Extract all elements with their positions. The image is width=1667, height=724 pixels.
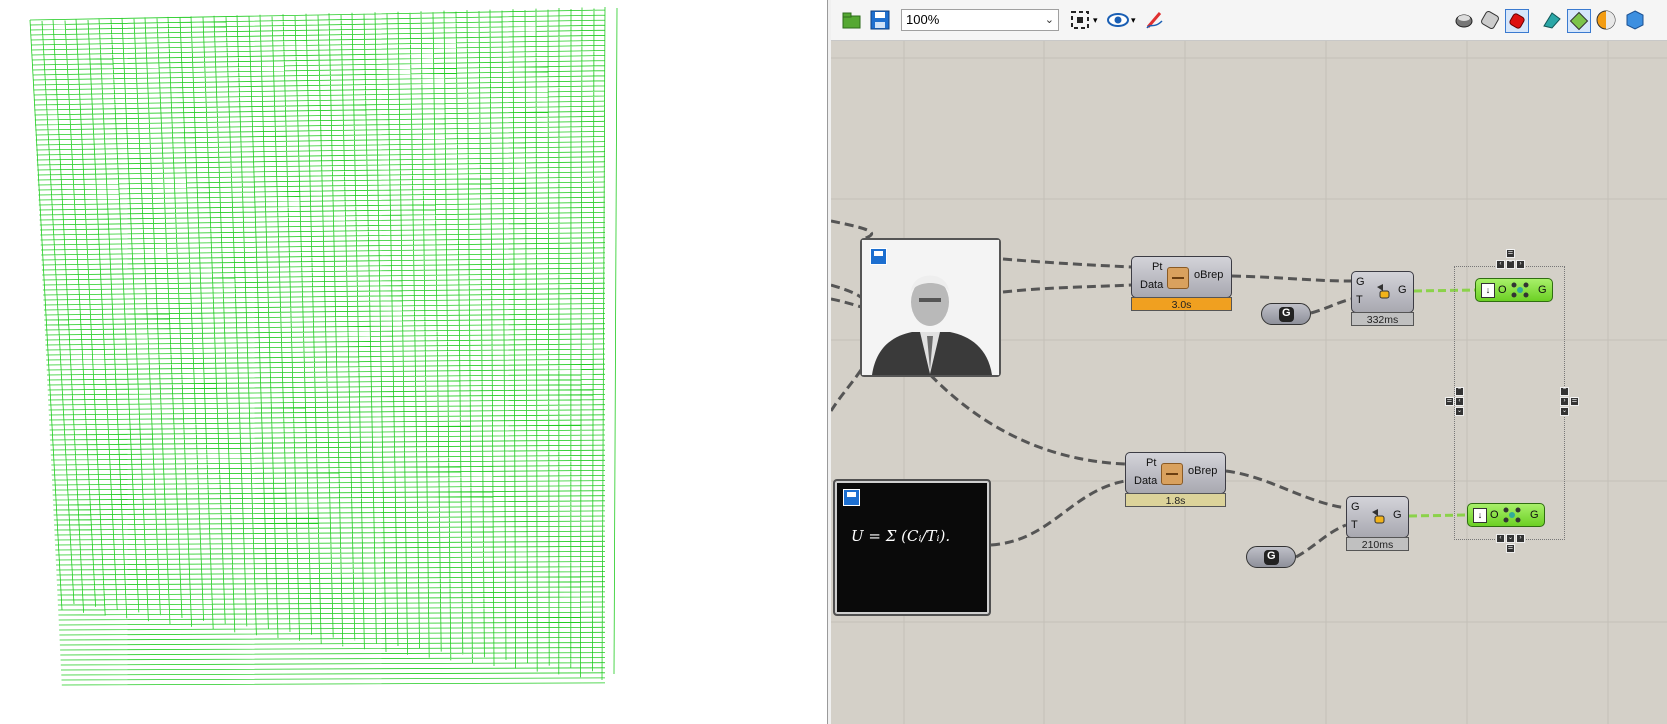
data-wire bbox=[1231, 274, 1352, 283]
output-g-label: G bbox=[1393, 509, 1402, 521]
group-handle-left[interactable]: ‹ bbox=[1496, 534, 1505, 543]
data-wire bbox=[831, 283, 865, 301]
data-wire bbox=[990, 479, 1126, 547]
mesh-lines bbox=[29, 6, 618, 686]
group-handle-top[interactable]: ☰ bbox=[1506, 249, 1515, 258]
package-icon bbox=[1167, 267, 1189, 289]
sphere-icon[interactable] bbox=[1624, 9, 1646, 31]
package-icon bbox=[1161, 463, 1183, 485]
transform-component-bottom[interactable]: G T G bbox=[1346, 496, 1409, 538]
output-obrep-label: oBrep bbox=[1194, 269, 1224, 281]
save-disk-icon[interactable] bbox=[843, 489, 860, 506]
group-handle-right[interactable]: ☰ bbox=[1570, 397, 1579, 406]
mesh-preview-icon[interactable] bbox=[1567, 9, 1591, 33]
geometry-param-pill-bottom[interactable] bbox=[1246, 546, 1296, 568]
group-handle-up[interactable]: ⌃ bbox=[1506, 260, 1515, 269]
arrow-down-icon: ↓ bbox=[1473, 508, 1487, 523]
group-handle-left[interactable]: ☰ bbox=[1445, 397, 1454, 406]
group-handle-right[interactable]: › bbox=[1516, 534, 1525, 543]
network-icon bbox=[1502, 506, 1522, 524]
geometry-param-pill-top[interactable] bbox=[1261, 303, 1311, 325]
geometry-hex-icon bbox=[1264, 550, 1279, 565]
data-wire bbox=[919, 363, 1126, 466]
preview-off-icon[interactable] bbox=[1453, 9, 1475, 31]
input-t-label: T bbox=[1356, 294, 1363, 306]
output-g-label: G bbox=[1538, 284, 1547, 296]
timer-bar: 3.0s bbox=[1131, 297, 1232, 311]
input-g-label: G bbox=[1356, 276, 1365, 288]
input-pt-label: Pt bbox=[1152, 261, 1163, 273]
input-data-label: Data bbox=[1140, 279, 1164, 291]
grasshopper-canvas[interactable]: U = Σ (Cᵢ/Tᵢ). Pt Data oBrep 3.0s Pt Dat… bbox=[831, 41, 1667, 724]
dropdown-arrow-icon[interactable]: ▾ bbox=[1131, 9, 1141, 31]
grasshopper-editor: 100% ⌄ ▾ ▾ U = Σ (Cᵢ/Tᵢ). Pt Data oBrep … bbox=[831, 0, 1667, 724]
input-g-label: G bbox=[1351, 501, 1360, 513]
transform-icon bbox=[1374, 282, 1392, 300]
data-wire bbox=[831, 219, 874, 241]
input-data-label: Data bbox=[1134, 475, 1158, 487]
brep-component-top[interactable]: Pt Data oBrep bbox=[1131, 256, 1232, 298]
canvas-toolbar: 100% ⌄ ▾ ▾ bbox=[831, 0, 1667, 41]
group-handle-mid[interactable]: › bbox=[1560, 397, 1569, 406]
output-g-label: G bbox=[1530, 509, 1539, 521]
output-obrep-label: oBrep bbox=[1188, 465, 1218, 477]
transform-icon bbox=[1369, 507, 1387, 525]
rhino-viewport[interactable] bbox=[0, 0, 780, 724]
group-handle-up[interactable]: ⌃ bbox=[1560, 387, 1569, 396]
chevron-down-icon: ⌄ bbox=[1044, 14, 1054, 26]
zoom-value: 100% bbox=[906, 12, 940, 27]
group-handle-bottom[interactable]: ☰ bbox=[1506, 544, 1515, 553]
data-wire bbox=[831, 366, 865, 412]
green-component-top[interactable]: ↓ O G bbox=[1475, 278, 1553, 302]
input-t-label: T bbox=[1351, 519, 1358, 531]
document-preview-icon[interactable] bbox=[1595, 9, 1617, 31]
open-file-icon[interactable] bbox=[841, 9, 863, 31]
image-panel-formula[interactable]: U = Σ (Cᵢ/Tᵢ). bbox=[833, 479, 991, 616]
input-o-label: O bbox=[1498, 284, 1507, 296]
timer-bar: 210ms bbox=[1346, 537, 1409, 551]
group-handle-mid[interactable]: ‹ bbox=[1455, 397, 1464, 406]
data-wire bbox=[1002, 283, 1132, 294]
green-mesh-geometry bbox=[29, 6, 618, 686]
data-wire bbox=[1225, 469, 1347, 510]
network-icon bbox=[1510, 281, 1530, 299]
zoom-select[interactable]: 100% ⌄ bbox=[901, 9, 1059, 31]
transform-component-top[interactable]: G T G bbox=[1351, 271, 1414, 313]
output-g-label: G bbox=[1398, 284, 1407, 296]
preview-shaded-icon[interactable] bbox=[1505, 9, 1529, 33]
preview-eye-icon[interactable] bbox=[1107, 9, 1129, 31]
data-wire bbox=[831, 297, 864, 309]
group-handle-up[interactable]: ⌃ bbox=[1455, 387, 1464, 396]
data-wire bbox=[1310, 297, 1352, 315]
timer-bar: 1.8s bbox=[1125, 493, 1226, 507]
save-disk-icon[interactable] bbox=[870, 248, 887, 265]
geometry-hex-icon bbox=[1279, 307, 1294, 322]
brep-component-bottom[interactable]: Pt Data oBrep bbox=[1125, 452, 1226, 494]
green-component-bottom[interactable]: ↓ O G bbox=[1467, 503, 1545, 527]
group-handle-left[interactable]: ‹ bbox=[1496, 260, 1505, 269]
zoom-extents-icon[interactable] bbox=[1069, 9, 1091, 31]
group-outline[interactable] bbox=[1454, 266, 1565, 540]
save-file-icon[interactable] bbox=[869, 9, 891, 31]
input-o-label: O bbox=[1490, 509, 1499, 521]
arrow-down-icon: ↓ bbox=[1481, 283, 1495, 298]
input-pt-label: Pt bbox=[1146, 457, 1157, 469]
data-wire bbox=[1295, 523, 1347, 559]
sketch-icon[interactable] bbox=[1144, 9, 1166, 31]
data-wire bbox=[1002, 257, 1132, 269]
selected-only-icon[interactable] bbox=[1541, 9, 1563, 31]
formula-text: U = Σ (Cᵢ/Tᵢ). bbox=[851, 527, 951, 545]
image-panel-portrait[interactable] bbox=[860, 238, 1001, 377]
timer-bar: 332ms bbox=[1351, 312, 1414, 326]
dropdown-arrow-icon[interactable]: ▾ bbox=[1093, 9, 1103, 31]
group-handle-right[interactable]: › bbox=[1516, 260, 1525, 269]
group-handle-down[interactable]: ⌄ bbox=[1506, 534, 1515, 543]
group-handle-down[interactable]: ⌄ bbox=[1455, 407, 1464, 416]
preview-wire-icon[interactable] bbox=[1479, 9, 1501, 31]
group-handle-down[interactable]: ⌄ bbox=[1560, 407, 1569, 416]
